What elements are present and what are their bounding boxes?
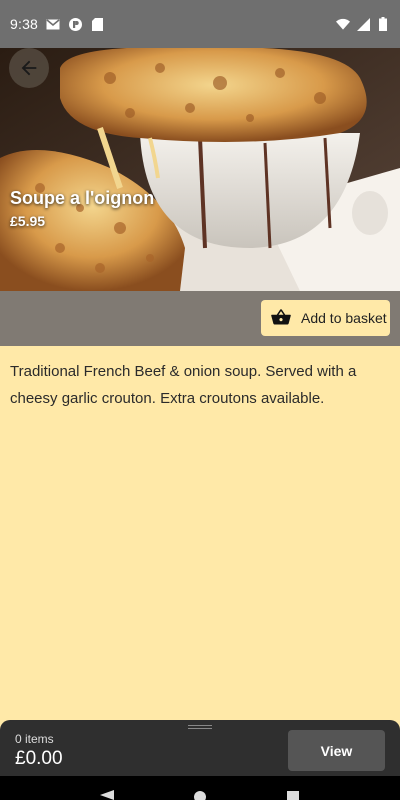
square-recents-icon (287, 791, 300, 800)
view-basket-button[interactable]: View (288, 730, 385, 771)
item-photo (0, 48, 400, 291)
add-to-basket-button[interactable]: Add to basket (261, 300, 390, 336)
battery-icon (376, 17, 390, 31)
action-strip: Add to basket (0, 291, 400, 346)
nav-back-button[interactable] (97, 776, 117, 800)
sd-card-icon (90, 17, 104, 31)
soup-photo-illustration (0, 48, 400, 291)
item-description: Traditional French Beef & onion soup. Se… (10, 363, 357, 407)
add-to-basket-label: Add to basket (301, 310, 387, 326)
circle-home-icon (193, 791, 206, 800)
nav-home-button[interactable] (190, 776, 210, 800)
status-time: 9:38 (10, 16, 39, 32)
basket-items-count: 0 items (15, 732, 54, 746)
basket-sheet[interactable]: 0 items £0.00 View (0, 720, 400, 776)
notification-icon (68, 17, 82, 31)
nav-recents-button[interactable] (283, 776, 303, 800)
status-right (336, 17, 390, 31)
back-button[interactable] (9, 48, 49, 88)
sheet-drag-handle[interactable] (188, 725, 212, 729)
wifi-icon (336, 17, 350, 31)
status-bar: 9:38 (0, 0, 400, 48)
basket-icon (271, 309, 291, 325)
basket-total: £0.00 (15, 748, 63, 769)
triangle-back-icon (99, 790, 114, 800)
arrow-back-icon (21, 60, 37, 76)
item-title: Soupe a l'oignon (10, 188, 155, 208)
gmail-icon (46, 17, 60, 31)
item-price: £5.95 (10, 213, 46, 229)
status-left: 9:38 (10, 16, 104, 32)
navigation-bar (0, 776, 400, 800)
signal-icon (356, 17, 370, 31)
